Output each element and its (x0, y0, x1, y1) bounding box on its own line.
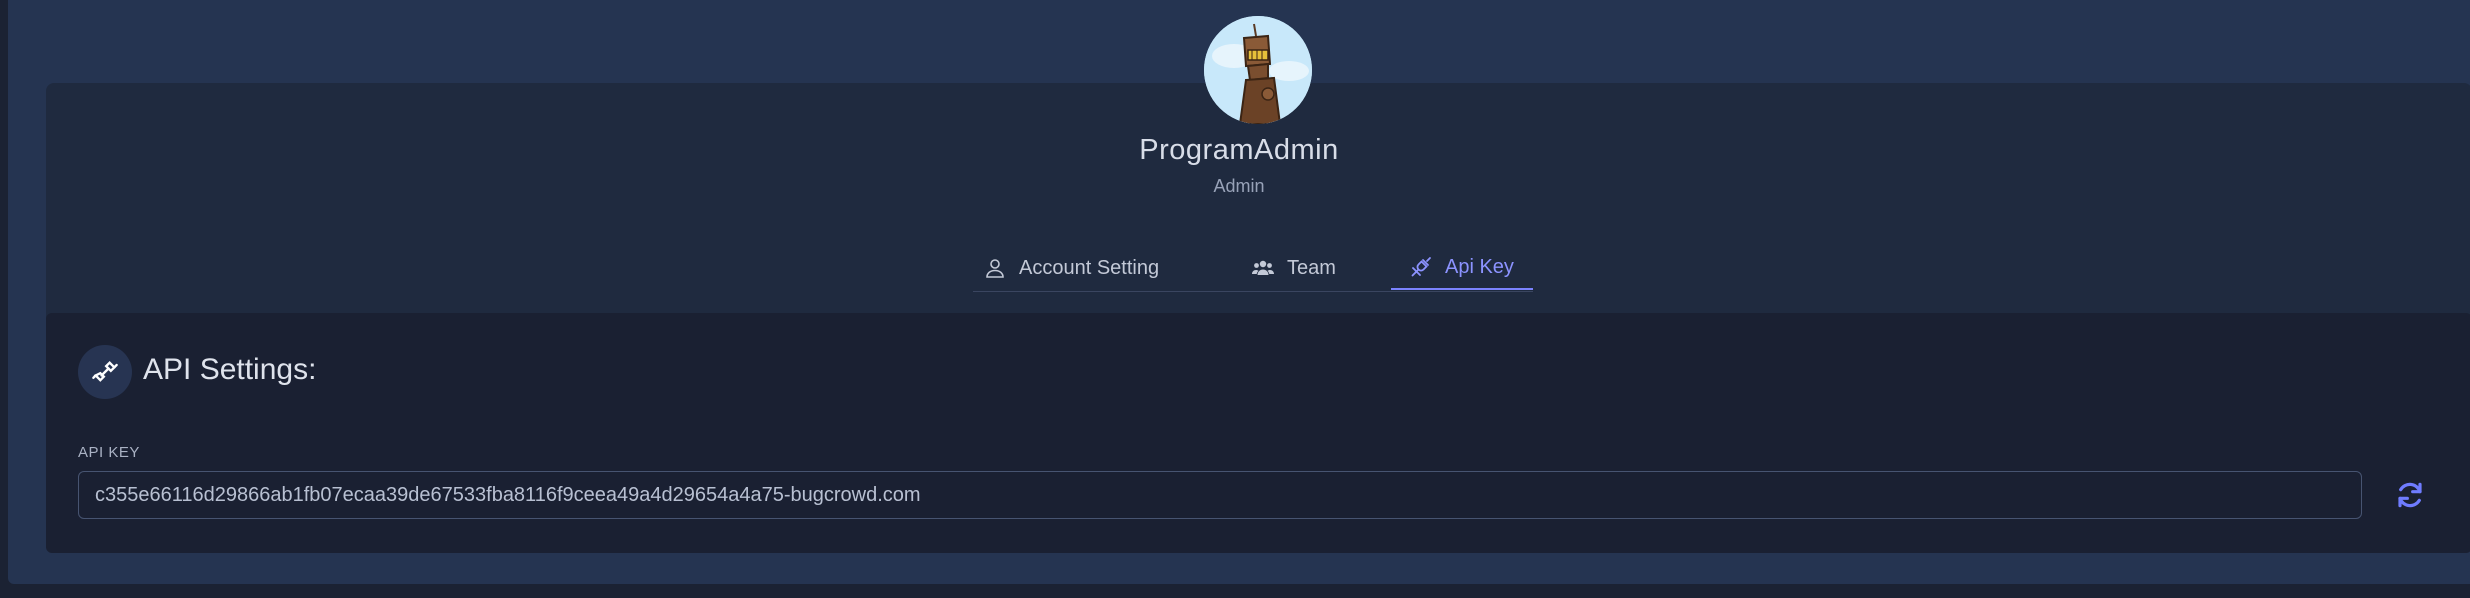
avatar (1204, 16, 1312, 124)
settings-tabs: Account Setting Team Api Key (973, 246, 1533, 292)
settings-panel: ProgramAdmin Admin Account Setting Team … (8, 0, 2470, 584)
api-settings-title: API Settings: (143, 353, 317, 386)
tab-team[interactable]: Team (1251, 246, 1336, 290)
user-icon (983, 256, 1007, 280)
api-key-label: API KEY (78, 444, 140, 461)
tab-account-setting[interactable]: Account Setting (983, 246, 1159, 290)
tab-api-key[interactable]: Api Key (1391, 246, 1533, 290)
plug-icon (92, 361, 118, 382)
users-icon (1251, 256, 1275, 280)
profile-name: ProgramAdmin (1139, 134, 1339, 166)
api-settings-card: API Settings: API KEY c355e66116d29866ab… (46, 313, 2470, 553)
tab-label: Api Key (1445, 255, 1514, 278)
plug-icon (1409, 255, 1433, 279)
api-header-icon-circle (78, 345, 132, 399)
profile-role: Admin (1213, 176, 1265, 196)
refresh-icon[interactable] (2394, 479, 2426, 511)
tab-label: Team (1287, 256, 1336, 279)
robot-avatar-icon (1204, 16, 1312, 124)
tab-label: Account Setting (1019, 256, 1160, 279)
api-key-field[interactable]: c355e66116d29866ab1fb07ecaa39de67533fba8… (78, 471, 2362, 519)
